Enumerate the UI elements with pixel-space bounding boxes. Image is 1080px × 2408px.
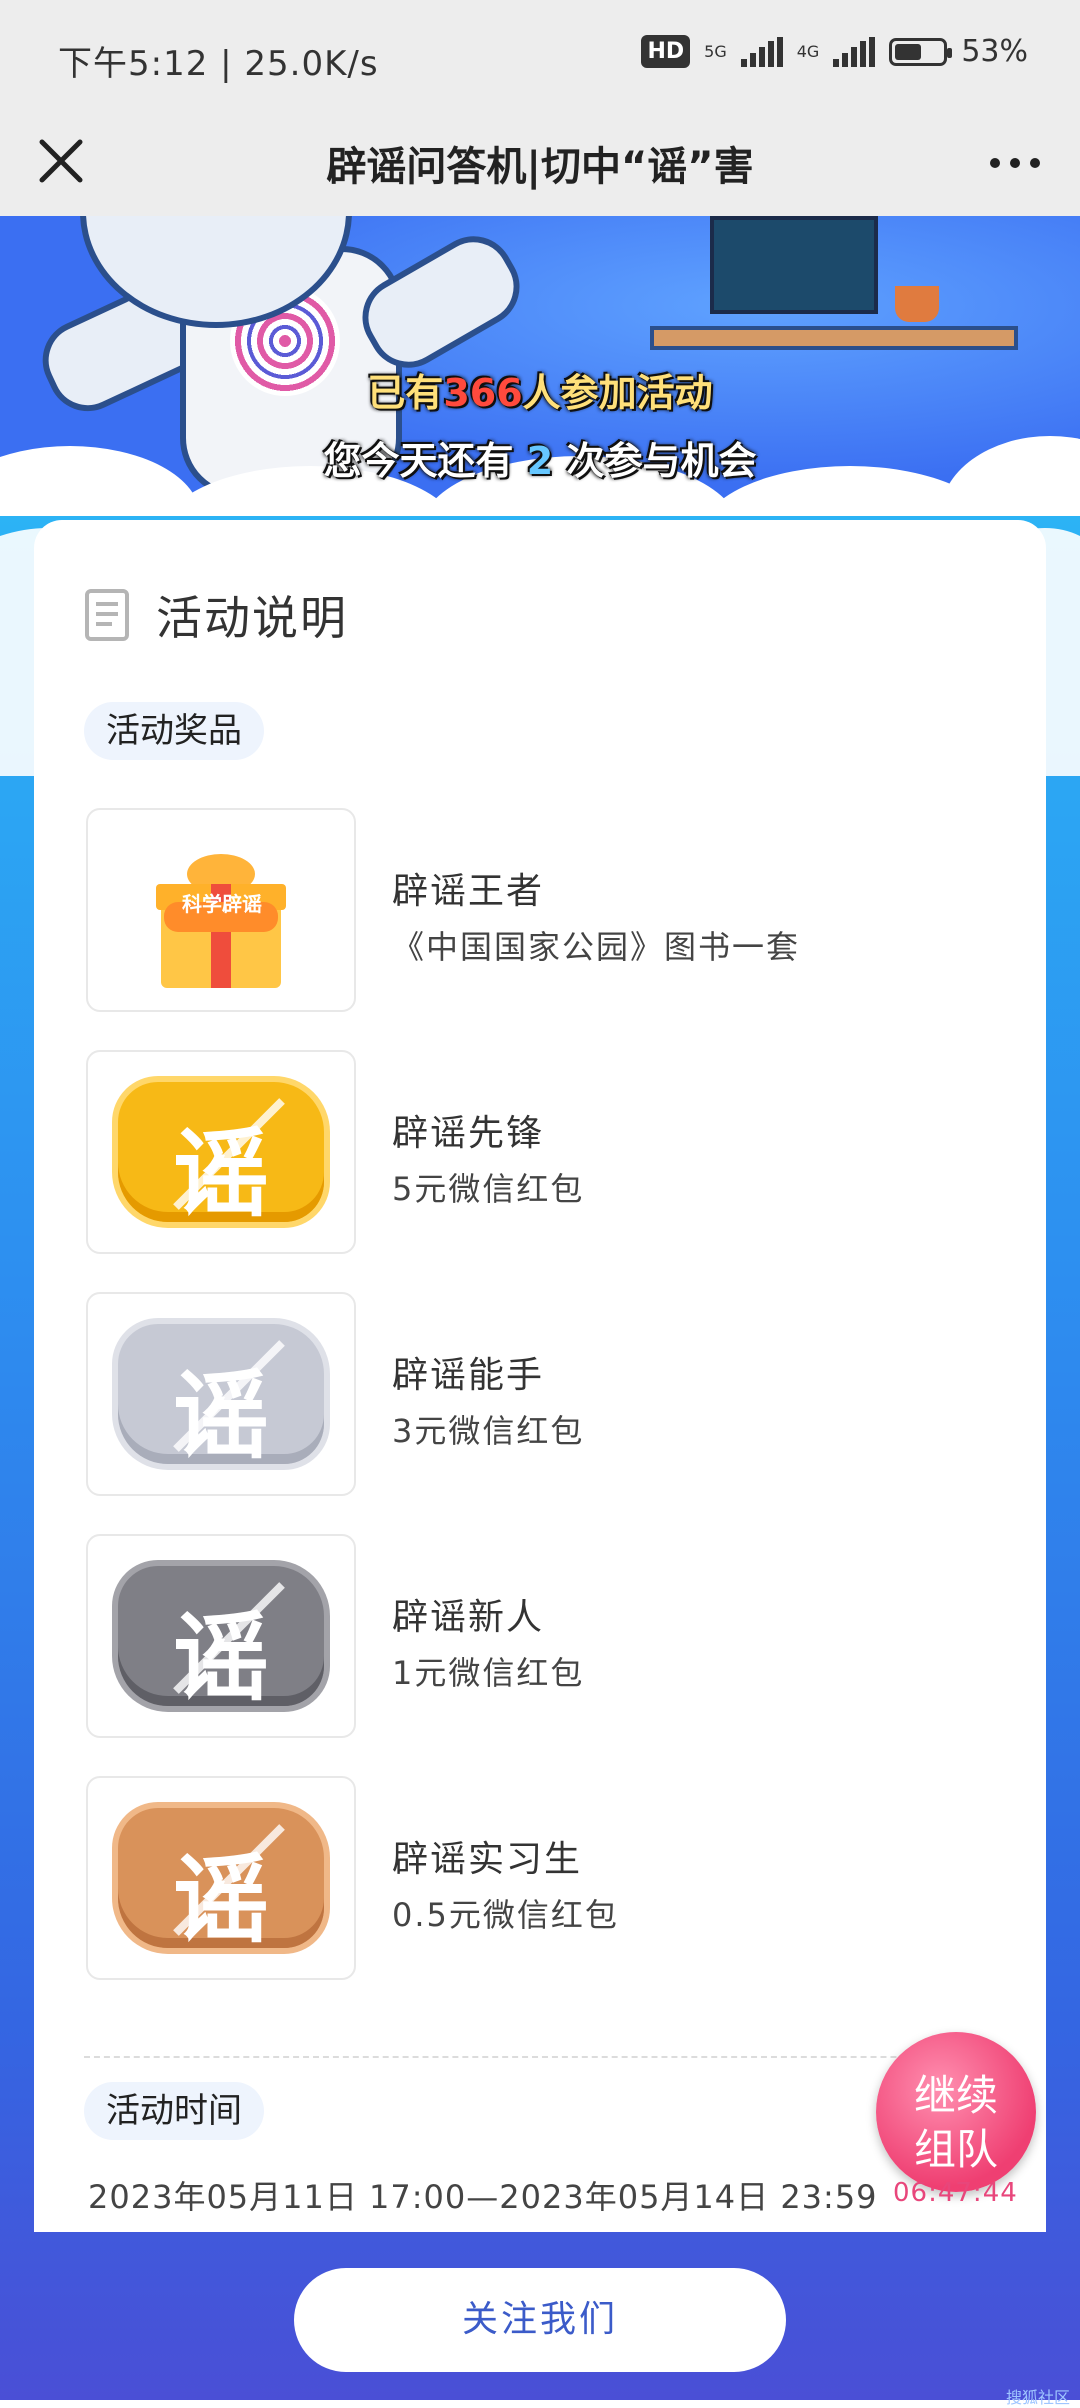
document-icon	[85, 589, 129, 641]
signal-5g-icon	[740, 36, 783, 67]
more-button[interactable]	[980, 148, 1050, 178]
more-dot-icon	[1030, 158, 1040, 168]
desk-illustration	[650, 326, 1018, 350]
prize-desc: 5元微信红包	[392, 1170, 585, 1208]
status-time-speed: 下午5:12 | 25.0K/s	[58, 44, 379, 84]
rumor-badge-gray-icon: 谣	[118, 1566, 324, 1714]
prize-name: 辟谣先锋	[392, 1113, 545, 1154]
monitor-illustration	[710, 216, 878, 314]
section-title: 活动说明	[156, 591, 348, 645]
countdown-timer: 06:47:44	[893, 2178, 1018, 2208]
divider	[84, 2056, 996, 2058]
more-dot-icon	[1010, 158, 1020, 168]
prize-name: 辟谣新人	[392, 1597, 545, 1638]
participant-count: 366	[443, 371, 523, 415]
prize-desc: 3元微信红包	[392, 1412, 585, 1450]
page-title: 辟谣问答机|切中“谣”害	[326, 144, 754, 190]
activity-time: 2023年05月11日 17:00—2023年05月14日 23:59	[88, 2178, 878, 2216]
network-5g-label: 5G	[704, 42, 727, 61]
battery-icon	[889, 37, 953, 66]
chance-count: 2	[526, 439, 554, 483]
gift-box-icon	[156, 854, 286, 988]
network-4g-label: 4G	[796, 42, 820, 61]
activity-info-card: 活动说明 活动奖品 科学辟谣 辟谣王者 《中国国家公园》图书一套 谣 辟谣先锋 …	[34, 520, 1046, 2232]
prize-image-frame: 谣	[86, 1292, 356, 1496]
chances-text: 您今天还有 2 次参与机会	[323, 439, 757, 483]
rumor-badge-gold-icon: 谣	[118, 1082, 324, 1230]
more-dot-icon	[990, 158, 1000, 168]
prize-image-frame: 谣	[86, 1050, 356, 1254]
prizes-label: 活动奖品	[84, 702, 264, 760]
status-icons: HD 5G 4G 53%	[641, 34, 1028, 69]
participants-text: 已有366人参加活动	[367, 371, 713, 415]
prize-desc: 1元微信红包	[392, 1654, 585, 1692]
activity-banner: 已有366人参加活动 您今天还有 2 次参与机会	[0, 216, 1080, 516]
prize-name: 辟谣实习生	[392, 1839, 583, 1880]
gift-box-label: 科学辟谣	[182, 892, 262, 916]
prize-image-frame: 谣	[86, 1776, 356, 1980]
prize-image-frame: 科学辟谣	[86, 808, 356, 1012]
prize-name: 辟谣王者	[392, 871, 545, 912]
watermark-text: 搜狐社区	[1005, 2388, 1070, 2407]
section-header: 活动说明	[84, 582, 348, 648]
time-label: 活动时间	[84, 2082, 264, 2140]
hd-icon: HD	[641, 35, 691, 68]
rumor-badge-bronze-icon: 谣	[118, 1808, 324, 1956]
continue-team-button[interactable]: 继续 组队	[876, 2032, 1036, 2192]
prize-desc: 0.5元微信红包	[392, 1896, 619, 1934]
battery-level: 53%	[961, 34, 1028, 69]
follow-us-button[interactable]: 关注我们	[294, 2268, 786, 2372]
plant-illustration	[895, 286, 939, 322]
rumor-badge-silver-icon: 谣	[118, 1324, 324, 1472]
title-bar: 辟谣问答机|切中“谣”害	[0, 110, 1080, 216]
status-bar: 下午5:12 | 25.0K/s HD 5G 4G 53%	[0, 0, 1080, 110]
prize-name: 辟谣能手	[392, 1355, 545, 1396]
prize-image-frame: 谣	[86, 1534, 356, 1738]
prize-desc: 《中国国家公园》图书一套	[392, 928, 801, 966]
signal-4g-icon	[833, 36, 876, 67]
